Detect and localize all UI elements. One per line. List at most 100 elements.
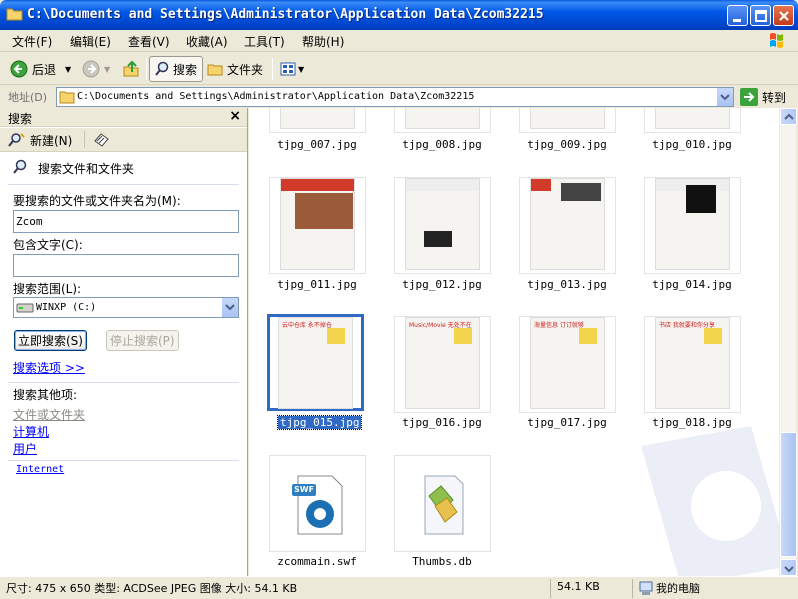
other-users-link[interactable]: 用户	[13, 440, 37, 457]
forward-dropdown-icon[interactable]: ▼	[104, 65, 110, 74]
close-icon	[779, 11, 789, 21]
folder-icon	[59, 91, 75, 104]
back-button[interactable]: 后退 ▼	[10, 56, 71, 82]
file-thumbnail[interactable]: Music/Movie 无处不在	[394, 316, 491, 413]
file-name[interactable]: tjpg_016.jpg	[382, 416, 502, 429]
maximize-icon	[755, 10, 767, 22]
file-thumbnail[interactable]	[394, 177, 491, 274]
file-name[interactable]: tjpg_009.jpg	[507, 138, 627, 151]
menu-edit[interactable]: 编辑(E)	[70, 33, 111, 50]
address-dropdown-button[interactable]	[716, 88, 733, 106]
scope-dropdown-button[interactable]	[222, 298, 238, 317]
status-size: 54.1 KB	[557, 580, 600, 593]
menu-help[interactable]: 帮助(H)	[302, 33, 344, 50]
title-bar[interactable]: C:\Documents and Settings\Administrator\…	[0, 0, 798, 30]
scroll-up-button[interactable]	[780, 108, 797, 125]
new-search-button[interactable]: 新建(N)	[30, 132, 72, 149]
address-value: C:\Documents and Settings\Administrator\…	[77, 91, 475, 102]
file-name[interactable]: tjpg_017.jpg	[507, 416, 627, 429]
toolbar-separator	[146, 58, 147, 80]
file-thumbnail[interactable]	[394, 455, 491, 552]
filename-input[interactable]: Zcom	[13, 210, 239, 233]
new-search-icon[interactable]	[8, 132, 26, 148]
folders-button[interactable]: 文件夹	[207, 56, 263, 82]
file-thumbnail[interactable]: SWF	[269, 455, 366, 552]
close-button[interactable]	[773, 5, 794, 26]
menu-view[interactable]: 查看(V)	[128, 33, 170, 50]
file-thumbnail[interactable]: 海量信息 订订就够	[519, 316, 616, 413]
folder-icon	[6, 8, 23, 21]
file-thumbnail[interactable]	[269, 108, 366, 133]
status-location: 我的电脑	[656, 582, 700, 595]
file-name[interactable]: tjpg_008.jpg	[382, 138, 502, 151]
go-button[interactable]: 转到	[762, 89, 786, 106]
search-label: 搜索	[173, 62, 198, 77]
back-dropdown-icon[interactable]: ▼	[65, 65, 71, 74]
scroll-down-button[interactable]	[780, 559, 797, 576]
file-name[interactable]: tjpg_012.jpg	[382, 278, 502, 291]
thumbnail-headline: 云中仓库 永不掉仓	[282, 322, 332, 329]
menu-favorites[interactable]: 收藏(A)	[186, 33, 228, 50]
maximize-button[interactable]	[750, 5, 771, 26]
search-companion-icon[interactable]	[92, 131, 110, 149]
menu-bar: 文件(F) 编辑(E) 查看(V) 收藏(A) 工具(T) 帮助(H)	[0, 30, 798, 52]
file-thumbnail[interactable]	[644, 177, 741, 274]
file-name-selected[interactable]: tjpg_015.jpg	[276, 415, 363, 430]
file-name[interactable]: tjpg_011.jpg	[257, 278, 377, 291]
search-icon	[155, 61, 169, 76]
menu-tools[interactable]: 工具(T)	[244, 33, 285, 50]
file-name[interactable]: tjpg_010.jpg	[632, 138, 752, 151]
forward-button[interactable]: ▼	[82, 56, 110, 82]
file-name[interactable]: tjpg_007.jpg	[257, 138, 377, 151]
status-separator	[550, 579, 551, 598]
other-files-link[interactable]: 文件或文件夹	[13, 406, 85, 423]
scope-select[interactable]: WINXP (C:)	[13, 297, 239, 318]
status-separator	[632, 579, 633, 598]
up-folder-button[interactable]	[122, 56, 140, 82]
menu-file[interactable]: 文件(F)	[12, 33, 52, 50]
file-thumbnail[interactable]	[269, 177, 366, 274]
file-thumbnail[interactable]	[519, 108, 616, 133]
chevron-up-icon	[784, 113, 794, 120]
chevron-down-icon	[225, 304, 235, 311]
file-thumbnail[interactable]: 书店 我就要和你分享	[644, 316, 741, 413]
folders-label: 文件夹	[227, 62, 264, 77]
thumbnail-headline: 海量信息 订订就够	[534, 322, 584, 329]
other-computers-link[interactable]: 计算机	[13, 423, 49, 440]
search-button[interactable]: 搜索	[149, 56, 203, 82]
minimize-button[interactable]	[727, 5, 748, 26]
contains-label: 包含文字(C):	[13, 238, 83, 252]
chevron-down-icon	[784, 566, 794, 573]
filename-label: 要搜索的文件或文件夹名为(M):	[13, 194, 181, 208]
file-name[interactable]: tjpg_014.jpg	[632, 278, 752, 291]
search-options-link[interactable]: 搜索选项 >>	[13, 359, 85, 376]
search-now-button[interactable]: 立即搜索(S)	[14, 330, 87, 351]
address-input[interactable]: C:\Documents and Settings\Administrator\…	[56, 87, 734, 107]
views-dropdown-icon[interactable]: ▼	[298, 65, 304, 74]
contains-input[interactable]	[13, 254, 239, 277]
search-pane-header: 搜索 ×	[0, 108, 247, 127]
vertical-scrollbar[interactable]	[779, 108, 797, 576]
go-arrow-icon[interactable]	[740, 88, 758, 106]
back-arrow-icon	[10, 60, 28, 78]
file-name[interactable]: Thumbs.db	[382, 555, 502, 568]
windows-logo-icon	[770, 33, 783, 48]
file-thumbnail[interactable]	[394, 108, 491, 133]
file-view[interactable]: tjpg_007.jpg tjpg_008.jpg tjpg_009.jpg t…	[249, 108, 779, 576]
file-thumbnail[interactable]	[519, 177, 616, 274]
file-name[interactable]: tjpg_013.jpg	[507, 278, 627, 291]
stop-search-button[interactable]: 停止搜索(P)	[106, 330, 179, 351]
file-thumbnail-selected[interactable]: 云中仓库 永不掉仓	[267, 314, 364, 411]
up-folder-icon	[123, 60, 139, 77]
other-search-title: 搜索其他项:	[13, 388, 78, 402]
file-name[interactable]: zcommain.swf	[257, 555, 377, 568]
swf-badge-text: SWF	[294, 485, 315, 494]
file-thumbnail[interactable]	[644, 108, 741, 133]
views-button[interactable]: ▼	[280, 56, 304, 82]
close-icon[interactable]: ×	[229, 108, 241, 124]
minimize-icon	[733, 19, 741, 22]
internet-link[interactable]: Internet	[16, 464, 64, 475]
file-name[interactable]: tjpg_018.jpg	[632, 416, 752, 429]
scroll-thumb[interactable]	[780, 432, 797, 557]
toolbar-separator	[84, 131, 85, 148]
